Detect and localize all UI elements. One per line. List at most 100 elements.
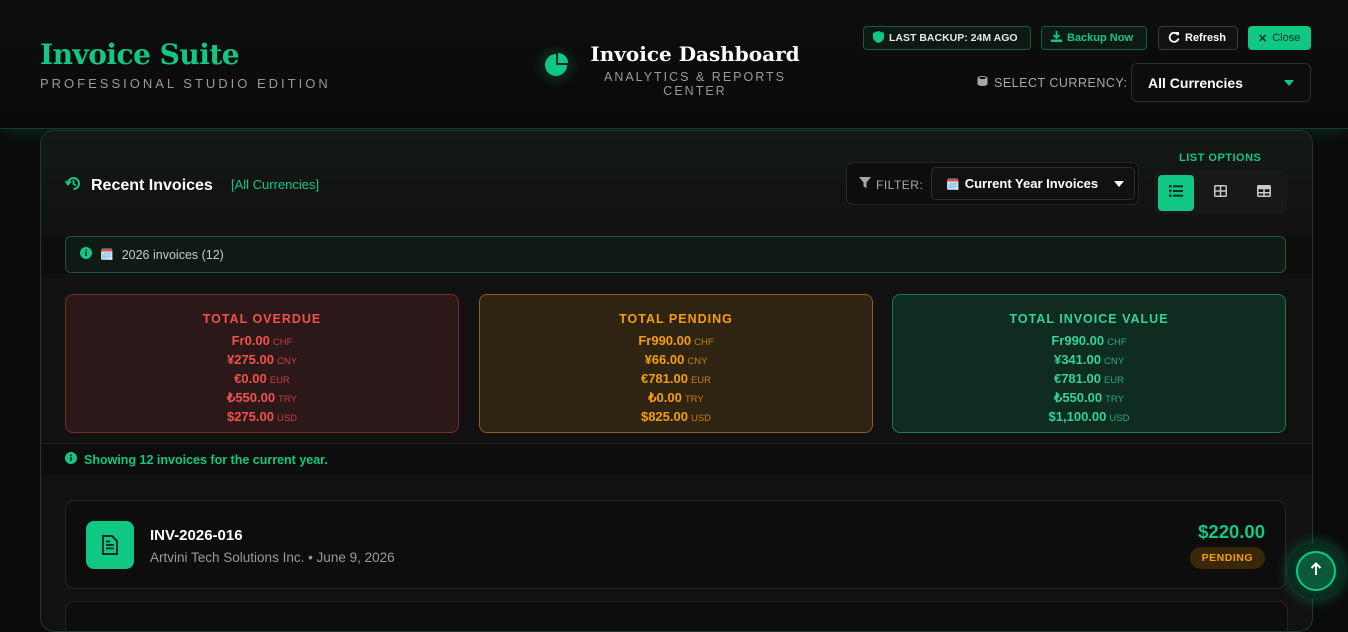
total-overdue-title: TOTAL OVERDUE — [202, 312, 322, 326]
scroll-to-top-button[interactable] — [1288, 543, 1344, 599]
backup-status-badge: LAST BACKUP: 24M AGO — [863, 26, 1031, 50]
table-icon — [1257, 184, 1271, 202]
summary-amount-line: ₺550.00 TRY — [893, 389, 1285, 408]
refresh-button[interactable]: Refresh — [1158, 26, 1238, 50]
total-invoice-value-card: TOTAL INVOICE VALUE Fr990.00 CHF ¥341.00 CN… — [892, 294, 1286, 433]
summary-amount: ₺550.00 — [227, 390, 276, 405]
summary-amount: €781.00 — [1053, 371, 1101, 386]
summary-amount: ¥341.00 — [1053, 352, 1101, 367]
backup-now-label: Backup Now — [1067, 32, 1134, 44]
summary-amount-line: $275.00 USD — [66, 408, 458, 427]
summary-currency-code: TRY — [1105, 394, 1124, 405]
table-view-button[interactable] — [1246, 175, 1282, 211]
invoice-card-next[interactable] — [65, 601, 1288, 631]
summary-currency-code: CHF — [1107, 337, 1127, 348]
summary-currency-code: CNY — [276, 356, 298, 367]
summary-currency-code: EUR — [690, 375, 712, 386]
summary-currency-code: CNY — [687, 356, 708, 367]
invoice-meta: Artvini Tech Solutions Inc. • June 9, 20… — [150, 550, 395, 565]
summary-amount: ₺550.00 — [1054, 390, 1103, 405]
summary-amount: Fr0.00 — [231, 333, 270, 348]
panel-header: Recent Invoices [All Currencies] FILTER:… — [41, 131, 1312, 237]
chevron-down-icon — [1114, 180, 1124, 187]
summary-amount: Fr990.00 — [1051, 333, 1105, 348]
close-icon: ✕ — [1258, 32, 1268, 45]
summary-amount-line: $1,100.00 USD — [893, 408, 1285, 427]
currency-tag: [All Currencies] — [231, 177, 320, 192]
summary-amount-line: Fr990.00 CHF — [893, 332, 1285, 351]
brand-title: Invoice Suite — [40, 38, 240, 71]
summary-currency-code: CHF — [272, 337, 293, 348]
currency-select[interactable]: All Currencies — [1131, 63, 1311, 102]
filter-label-text: FILTER: — [876, 177, 924, 192]
refresh-icon — [1168, 31, 1180, 46]
summary-amount: $825.00 — [640, 409, 688, 424]
filter-selected-wrap: 🗓️ Current Year Invoices — [946, 176, 1098, 191]
grid-icon — [1213, 184, 1227, 202]
summary-amount-line: €0.00 EUR — [66, 370, 458, 389]
calendar-icon: 🗓️ — [100, 249, 114, 261]
filter-group: FILTER: 🗓️ Current Year Invoices — [846, 162, 1139, 205]
summary-amount-line: $825.00 USD — [480, 408, 872, 427]
summary-currency-code: TRY — [278, 394, 297, 405]
info-icon — [65, 452, 77, 467]
list-view-button[interactable] — [1158, 175, 1194, 211]
dashboard-title: Invoice Dashboard — [590, 42, 800, 66]
showing-note: Showing 12 invoices for the current year… — [41, 443, 1312, 475]
backup-status-text: LAST BACKUP: 24M AGO — [889, 32, 1018, 44]
close-label: Close — [1272, 32, 1301, 44]
summary-currency-code: CHF — [694, 337, 714, 348]
recent-invoices-panel: Recent Invoices [All Currencies] FILTER:… — [40, 130, 1313, 632]
summary-amount: Fr990.00 — [638, 333, 692, 348]
currency-label: SELECT CURRENCY: — [976, 75, 1128, 90]
summary-amount: $1,100.00 — [1048, 409, 1107, 424]
summary-amount-line: ₺550.00 TRY — [66, 389, 458, 408]
filter-select[interactable]: 🗓️ Current Year Invoices — [931, 167, 1135, 200]
summary-currency-code: USD — [690, 413, 712, 424]
summary-amount-line: ₺0.00 TRY — [480, 389, 872, 408]
brand-subtitle: PROFESSIONAL STUDIO EDITION — [40, 76, 331, 91]
info-strip: 🗓️ 2026 invoices (12) — [41, 236, 1312, 274]
top-bar: Invoice Suite PROFESSIONAL STUDIO EDITIO… — [0, 0, 1348, 129]
summary-amount: ¥66.00 — [644, 352, 685, 367]
total-pending-card: TOTAL PENDING Fr990.00 CHF ¥66.00 CNY €781.0… — [479, 294, 873, 433]
list-options-label: LIST OPTIONS — [1179, 152, 1262, 164]
invoice-file-icon — [86, 521, 134, 569]
backup-now-button[interactable]: Backup Now — [1041, 26, 1147, 50]
dashboard-subtitle: ANALYTICS & REPORTS CENTER — [603, 70, 787, 98]
summary-amount: €781.00 — [640, 371, 688, 386]
filter-selected: Current Year Invoices — [964, 176, 1099, 191]
summary-amount-line: €781.00 EUR — [893, 370, 1285, 389]
shield-icon — [873, 30, 884, 46]
summary-amount-line: ¥66.00 CNY — [480, 351, 872, 370]
refresh-label: Refresh — [1185, 32, 1226, 44]
summary-amount: $275.00 — [226, 409, 274, 424]
close-button[interactable]: ✕ Close — [1248, 26, 1311, 50]
calendar-icon: 🗓️ — [946, 179, 960, 191]
arrow-up-icon — [1310, 561, 1322, 581]
funnel-icon — [859, 177, 871, 192]
summary-currency-code: EUR — [269, 375, 290, 386]
pie-chart-icon — [533, 42, 579, 88]
list-icon — [1169, 184, 1183, 202]
summary-amount-line: €781.00 EUR — [480, 370, 872, 389]
recent-invoices-heading: Recent Invoices — [64, 175, 213, 197]
invoice-card[interactable]: INV-2026-016 Artvini Tech Solutions Inc.… — [65, 500, 1286, 589]
summary-amount-line: ¥275.00 CNY — [66, 351, 458, 370]
list-options-group — [1154, 171, 1287, 214]
year-info-text: 2026 invoices (12) — [121, 247, 224, 262]
info-icon — [80, 247, 92, 262]
total-pending-title: TOTAL PENDING — [619, 312, 733, 326]
summary-amount: €0.00 — [234, 371, 267, 386]
total-pending-lines: Fr990.00 CHF ¥66.00 CNY €781.00 EUR ₺0.00 TRY $8… — [480, 332, 872, 427]
summary-amount: ¥275.00 — [226, 352, 274, 367]
summary-amount: ₺0.00 — [648, 390, 682, 405]
invoice-status-badge: PENDING — [1189, 547, 1265, 569]
grid-view-button[interactable] — [1202, 175, 1238, 211]
history-icon — [64, 175, 82, 197]
download-icon — [1051, 31, 1062, 45]
coins-icon — [976, 75, 989, 90]
summary-currency-code: CNY — [1103, 356, 1125, 367]
currency-label-text: SELECT CURRENCY: — [994, 75, 1128, 90]
currency-selected: All Currencies — [1148, 74, 1243, 91]
